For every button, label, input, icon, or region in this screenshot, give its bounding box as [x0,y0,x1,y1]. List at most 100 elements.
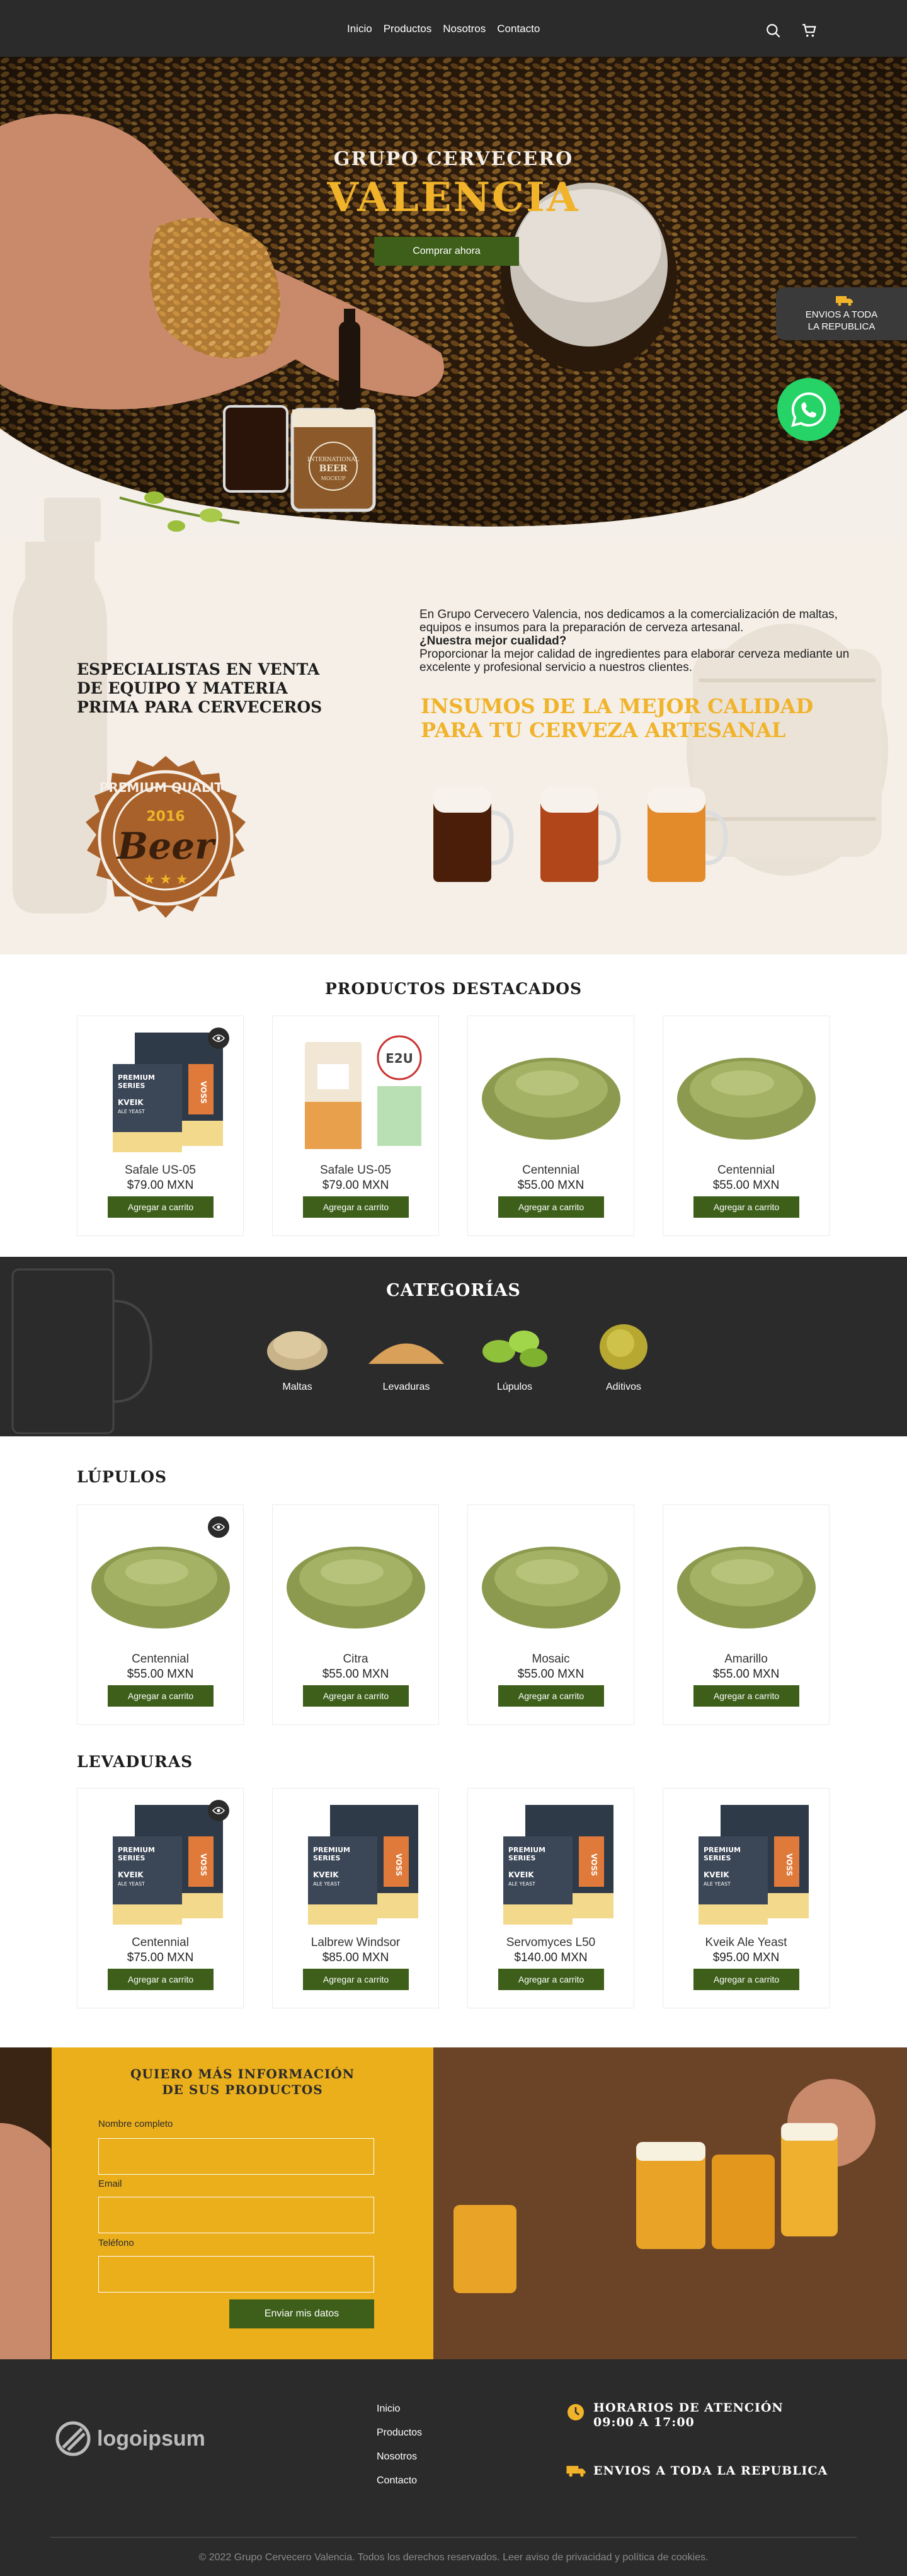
product-card[interactable]: E2U Safale US-05 $79.00 MXN Agregar a ca… [272,1016,439,1236]
category-label: Lúpulos [496,1382,533,1392]
email-field[interactable] [98,2197,374,2233]
add-to-cart-button[interactable]: Agregar a carrito [693,1685,799,1707]
logo-icon [55,2421,91,2456]
additives-icon [600,1324,647,1370]
hops-title: LÚPULOS [77,1468,168,1486]
whatsapp-button[interactable] [777,378,840,441]
add-to-cart-button[interactable]: Agregar a carrito [693,1969,799,1990]
search-icon[interactable] [765,23,782,39]
add-to-cart-button[interactable]: Agregar a carrito [498,1685,604,1707]
add-to-cart-button[interactable]: Agregar a carrito [108,1196,214,1218]
product-card[interactable]: Mosaic $55.00 MXN Agregar a carrito [467,1504,634,1725]
add-to-cart-button[interactable]: Agregar a carrito [108,1969,214,1990]
quick-view-button[interactable] [208,1028,229,1049]
footer-link-nosotros[interactable]: Nosotros [377,2451,422,2463]
product-card[interactable]: Centennial $55.00 MXN Agregar a carrito [77,1504,244,1725]
pack-kveik: KVEIK [704,1870,729,1879]
product-card[interactable]: PREMIUM SERIES KVEIK ALE YEAST VOSS Lalb… [272,1788,439,2008]
full-name-field[interactable] [98,2138,374,2175]
footer-link-inicio[interactable]: Inicio [377,2403,422,2415]
pack-premium: PREMIUM [704,1846,741,1854]
contact-form-section: QUIERO MÁS INFORMACIÓN DE SUS PRODUCTOS … [0,2047,907,2359]
pack-premium: PREMIUM [508,1846,545,1854]
hop-pellets-image [677,1547,816,1629]
phone-field[interactable] [98,2256,374,2293]
product-price: $140.00 MXN [514,1951,588,1964]
product-card[interactable]: PREMIUM SERIES KVEIK ALE YEAST VOSS Cent… [77,1788,244,2008]
top-navigation: Inicio Productos Nosotros Contacto [0,0,907,57]
category-levaduras[interactable]: Levaduras [359,1317,454,1393]
nav-link-contacto[interactable]: Contacto [497,23,540,35]
product-name: Safale US-05 [124,1164,196,1177]
product-card[interactable]: PREMIUM SERIES KVEIK ALE YEAST VOSS Kvei… [663,1788,830,2008]
quick-view-button[interactable] [208,1800,229,1821]
add-to-cart-button[interactable]: Agregar a carrito [498,1969,604,1990]
pack-series: SERIES [704,1854,731,1862]
product-card[interactable]: Amarillo $55.00 MXN Agregar a carrito [663,1504,830,1725]
footer-link-productos[interactable]: Productos [377,2427,422,2439]
product-card[interactable]: Centennial $55.00 MXN Agregar a carrito [467,1016,634,1236]
malt-grains-icon [267,1331,328,1370]
submit-button[interactable]: Enviar mis datos [229,2299,374,2328]
intro-paragraph-2: Proporcionar la mejor calidad de ingredi… [419,648,850,674]
pack-ale-yeast: ALE YEAST [118,1109,145,1114]
pack-ale-yeast: ALE YEAST [704,1881,731,1887]
footer-link-contacto[interactable]: Contacto [377,2475,422,2487]
product-name: Lalbrew Windsor [311,1936,401,1949]
pack-premium: PREMIUM [313,1846,350,1854]
pack-premium: PREMIUM [118,1846,155,1854]
product-name: Centennial [717,1164,775,1177]
nav-link-inicio[interactable]: Inicio [347,23,372,35]
product-name: Servomyces L50 [506,1936,596,1949]
quick-view-button[interactable] [208,1516,229,1538]
form-title-line1: QUIERO MÁS INFORMACIÓN [130,2066,355,2081]
yeast-powder-icon [368,1343,444,1364]
product-price: $85.00 MXN [322,1951,389,1964]
product-price: $55.00 MXN [712,1668,780,1681]
shipping-badge: ENVIOS A TODA LA REPUBLICA [776,287,907,340]
add-to-cart-button[interactable]: Agregar a carrito [498,1196,604,1218]
product-card[interactable]: Centennial $55.00 MXN Agregar a carrito [663,1016,830,1236]
product-card[interactable]: PREMIUM SERIES KVEIK ALE YEAST VOSS Safa… [77,1016,244,1236]
hero-title-big: VALENCIA [327,174,580,221]
product-price: $55.00 MXN [517,1668,585,1681]
intro-paragraph-1: En Grupo Cervecero Valencia, nos dedicam… [419,608,838,634]
product-card[interactable]: Citra $55.00 MXN Agregar a carrito [272,1504,439,1725]
featured-title: PRODUCTOS DESTACADOS [324,980,583,998]
add-to-cart-button[interactable]: Agregar a carrito [303,1196,409,1218]
nav-link-nosotros[interactable]: Nosotros [443,23,486,35]
eye-icon [212,1523,225,1531]
mug-label-beer: BEER [319,464,348,474]
pack-voss: VOSS [199,1853,208,1876]
product-card[interactable]: PREMIUM SERIES KVEIK ALE YEAST VOSS Serv… [467,1788,634,2008]
pack-kveik: KVEIK [508,1870,534,1879]
add-to-cart-button[interactable]: Agregar a carrito [303,1685,409,1707]
add-to-cart-button[interactable]: Agregar a carrito [693,1196,799,1218]
cart-icon[interactable] [801,23,818,39]
category-maltas[interactable]: Maltas [250,1317,345,1393]
categories-title: CATEGORÍAS [386,1281,521,1300]
hero-section: INTERNATIONAL BEER MOCKUP GRUPO CERVECER… [0,57,907,542]
category-lupulos[interactable]: Lúpulos [467,1317,562,1393]
pack-series: SERIES [118,1854,145,1862]
add-to-cart-button[interactable]: Agregar a carrito [108,1685,214,1707]
intro-yellow-line1: INSUMOS DE LA MEJOR CALIDAD [421,694,814,718]
seal-year: 2016 [146,809,185,825]
intro-yellow-title: INSUMOS DE LA MEJOR CALIDAD PARA TU CERV… [421,694,813,742]
pack-ale-yeast: ALE YEAST [508,1881,535,1887]
pack-series: SERIES [118,1082,145,1090]
add-to-cart-button[interactable]: Agregar a carrito [303,1969,409,1990]
nav-link-productos[interactable]: Productos [384,23,432,35]
intro-left-title: ESPECIALISTAS EN VENTA DE EQUIPO Y MATER… [77,660,322,716]
copyright: © 2022 Grupo Cervecero Valencia. Todos l… [198,2552,709,2563]
hours-block: HORARIOS DE ATENCIÓN 09:00 A 17:00 [593,2401,784,2430]
intro-question: ¿Nuestra mejor cualidad? [419,634,567,648]
category-aditivos[interactable]: Aditivos [576,1317,671,1393]
footer-divider [50,2537,857,2538]
pack-kveik: KVEIK [118,1870,144,1879]
buy-now-button[interactable]: Comprar ahora [374,237,519,266]
footer-logo[interactable]: logoipsum [55,2421,205,2456]
premium-quality-seal: PREMIUM QUALITY 2016 Beer ★ ★ ★ [86,756,246,918]
category-label: Aditivos [605,1382,642,1392]
pack-kveik: KVEIK [118,1098,144,1107]
